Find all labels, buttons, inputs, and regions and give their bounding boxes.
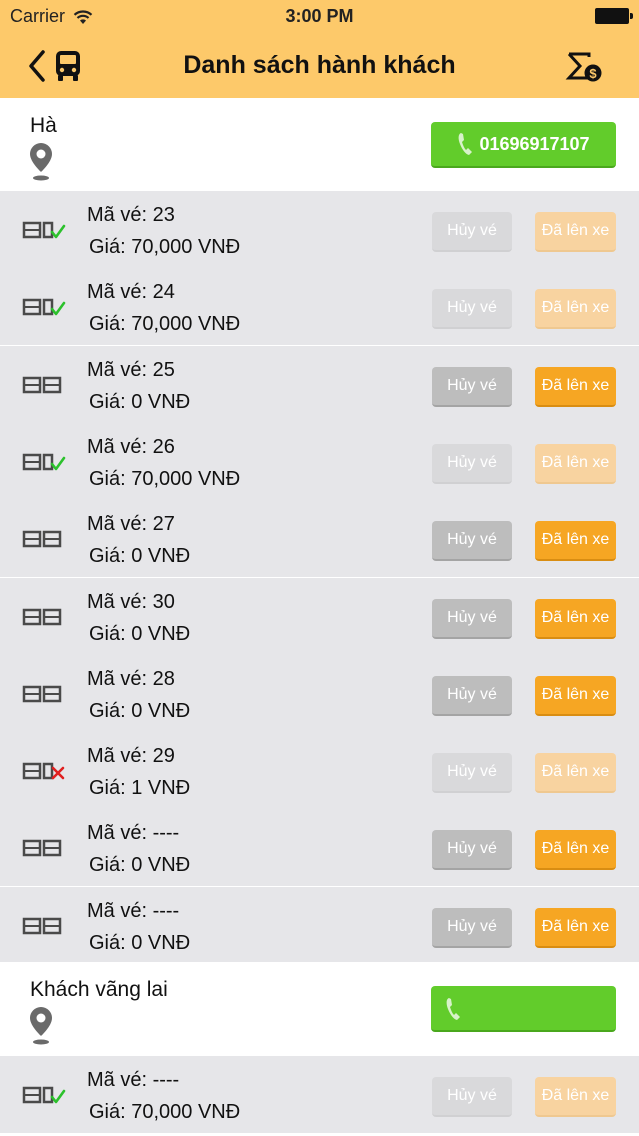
cancel-ticket-button[interactable]: Hủy vé <box>432 907 512 948</box>
summary-button[interactable]: $ <box>565 48 605 84</box>
location-pin-icon <box>30 143 52 181</box>
ticket-price: Giá: 0 VNĐ <box>89 699 191 722</box>
cancel-ticket-button[interactable]: Hủy vé <box>432 830 512 871</box>
ticket-info: Mã vé: 25 Giá: 0 VNĐ <box>87 354 190 418</box>
sigma-dollar-icon: $ <box>565 52 602 82</box>
ticket-code: Mã vé: 23 <box>87 204 175 226</box>
ticket-code: Mã vé: 30 <box>87 590 175 613</box>
ticket-icon <box>22 685 62 703</box>
cancel-ticket-button[interactable]: Hủy vé <box>432 675 512 716</box>
ticket-info: Mã vé: ---- Giá: 70,000 VNĐ <box>87 1064 240 1128</box>
status-bar: Carrier 3:00 PM <box>0 0 639 34</box>
ticket-info: Mã vé: 29 Giá: 1 VNĐ <box>87 740 190 804</box>
cancel-ticket-button[interactable]: Hủy vé <box>432 212 512 252</box>
ticket-cancelled-icon <box>22 762 65 780</box>
ticket-info: Mã vé: 23 Giá: 70,000 VNĐ <box>87 199 240 263</box>
clock: 3:00 PM <box>285 6 354 26</box>
ticket-code: Mã vé: 24 <box>87 281 175 304</box>
phone-number: 01696917107 <box>479 133 590 154</box>
ticket-row: Mã vé: 29 Giá: 1 VNĐ Hủy vé Đã lên xe <box>0 732 639 810</box>
boarded-button[interactable]: Đã lên xe <box>535 1077 616 1117</box>
ticket-row: Mã vé: 27 Giá: 0 VNĐ Hủy vé Đã lên xe <box>0 500 639 578</box>
ticket-checked-icon <box>22 221 66 239</box>
ticket-row: Mã vé: ---- Giá: 0 VNĐ Hủy vé Đã lên xe <box>0 886 639 964</box>
ticket-row: Mã vé: 24 Giá: 70,000 VNĐ Hủy vé Đã lên xe <box>0 268 639 346</box>
boarded-button[interactable]: Đã lên xe <box>535 830 616 871</box>
ticket-icon <box>22 917 62 934</box>
ticket-price: Giá: 70,000 VNĐ <box>89 236 241 258</box>
ticket-price: Giá: 70,000 VNĐ <box>89 1101 241 1123</box>
ticket-code: Mã vé: 25 <box>87 358 175 381</box>
ticket-code: Mã vé: 26 <box>87 435 175 458</box>
phone-icon <box>446 998 460 1020</box>
cancel-ticket-button[interactable]: Hủy vé <box>432 753 512 794</box>
ticket-code: Mã vé: 28 <box>87 667 175 690</box>
ticket-row: Mã vé: ---- Giá: 0 VNĐ Hủy vé Đã lên xe <box>0 809 639 887</box>
ticket-checked-icon <box>22 453 66 471</box>
cancel-ticket-button[interactable]: Hủy vé <box>432 1077 512 1117</box>
header: Carrier 3:00 PM Danh sách hành khách $ <box>0 0 639 98</box>
ticket-code: Mã vé: ---- <box>87 1069 180 1091</box>
boarded-button[interactable]: Đã lên xe <box>535 212 616 252</box>
ticket-icon <box>22 376 62 393</box>
boarded-button[interactable]: Đã lên xe <box>535 598 616 639</box>
call-phone-button[interactable]: 01696917107 <box>431 122 616 168</box>
ticket-price: Giá: 70,000 VNĐ <box>89 467 241 490</box>
location-pin-icon <box>30 1007 52 1045</box>
boarded-button[interactable]: Đã lên xe <box>535 907 616 948</box>
page-title: Danh sách hành khách <box>183 51 456 79</box>
ticket-info: Mã vé: ---- Giá: 0 VNĐ <box>87 895 190 959</box>
ticket-icon <box>22 608 62 625</box>
ticket-row: Mã vé: 30 Giá: 0 VNĐ Hủy vé Đã lên xe <box>0 577 639 655</box>
ticket-info: Mã vé: ---- Giá: 0 VNĐ <box>87 817 190 881</box>
passenger-name: Hà <box>30 114 57 137</box>
ticket-row: Mã vé: 23 Giá: 70,000 VNĐ Hủy vé Đã lên xe <box>0 191 639 268</box>
ticket-code: Mã vé: ---- <box>87 899 180 922</box>
boarded-button[interactable]: Đã lên xe <box>535 443 616 484</box>
ticket-price: Giá: 0 VNĐ <box>89 931 191 954</box>
cancel-ticket-button[interactable]: Hủy vé <box>432 443 512 484</box>
boarded-button[interactable]: Đã lên xe <box>535 289 616 330</box>
ticket-checked-icon <box>22 299 66 316</box>
ticket-price: Giá: 0 VNĐ <box>89 854 191 877</box>
ticket-code: Mã vé: 27 <box>87 513 175 536</box>
cancel-ticket-button[interactable]: Hủy vé <box>432 598 512 639</box>
cancel-ticket-button[interactable]: Hủy vé <box>432 366 512 407</box>
boarded-button[interactable]: Đã lên xe <box>535 521 616 562</box>
ticket-info: Mã vé: 28 Giá: 0 VNĐ <box>87 663 190 727</box>
phone-icon <box>459 133 473 155</box>
call-phone-button[interactable] <box>431 986 616 1032</box>
ticket-price: Giá: 1 VNĐ <box>89 777 191 800</box>
ticket-icon <box>22 840 62 857</box>
ticket-row: Mã vé: 28 Giá: 0 VNĐ Hủy vé Đã lên xe <box>0 654 639 732</box>
ticket-price: Giá: 70,000 VNĐ <box>89 313 241 336</box>
boarded-button[interactable]: Đã lên xe <box>535 753 616 794</box>
passenger-name: Khách vãng lai <box>30 978 168 1001</box>
ticket-code: Mã vé: ---- <box>87 822 180 845</box>
cancel-ticket-button[interactable]: Hủy vé <box>432 521 512 562</box>
ticket-info: Mã vé: 26 Giá: 70,000 VNĐ <box>87 431 240 495</box>
ticket-price: Giá: 0 VNĐ <box>89 545 191 568</box>
ticket-info: Mã vé: 24 Giá: 70,000 VNĐ <box>87 276 240 340</box>
passenger-group-header: Khách vãng lai <box>0 962 639 1055</box>
ticket-row: Mã vé: 26 Giá: 70,000 VNĐ Hủy vé Đã lên xe <box>0 422 639 500</box>
ticket-row: Mã vé: ---- Giá: 70,000 VNĐ Hủy vé Đã lên x… <box>0 1056 639 1133</box>
battery-icon <box>595 8 633 24</box>
nav-bar: Danh sách hành khách $ <box>0 34 639 98</box>
ticket-info: Mã vé: 27 Giá: 0 VNĐ <box>87 508 190 572</box>
ticket-code: Mã vé: 29 <box>87 745 175 768</box>
boarded-button[interactable]: Đã lên xe <box>535 366 616 407</box>
cancel-ticket-button[interactable]: Hủy vé <box>432 289 512 330</box>
svg-text:$: $ <box>589 66 597 81</box>
ticket-icon <box>22 530 62 548</box>
passenger-group-header: Hà 01696917107 <box>0 98 639 191</box>
ticket-row: Mã vé: 25 Giá: 0 VNĐ Hủy vé Đã lên xe <box>0 345 639 423</box>
ticket-checked-icon <box>22 1086 66 1104</box>
ticket-price: Giá: 0 VNĐ <box>89 390 191 413</box>
boarded-button[interactable]: Đã lên xe <box>535 675 616 716</box>
ticket-price: Giá: 0 VNĐ <box>89 622 191 645</box>
ticket-info: Mã vé: 30 Giá: 0 VNĐ <box>87 586 190 650</box>
